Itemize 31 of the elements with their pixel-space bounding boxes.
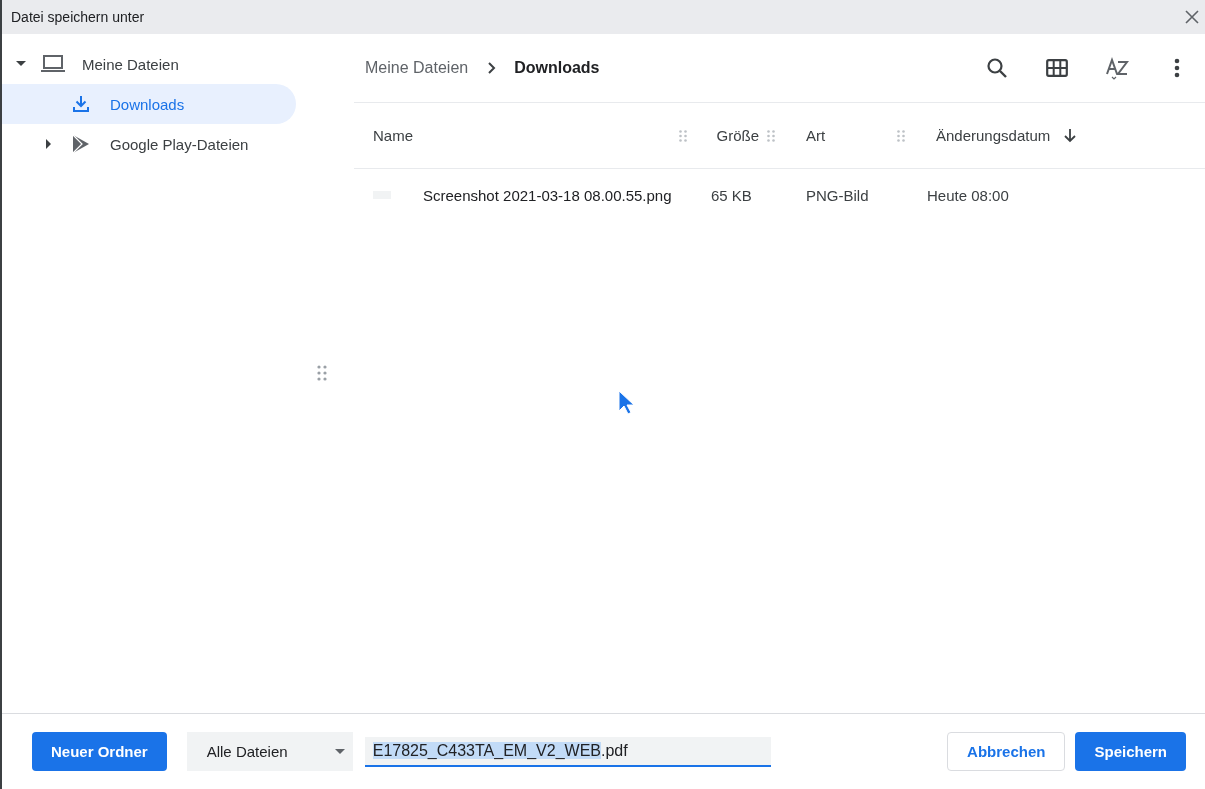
sidebar-item[interactable]: Downloads	[2, 84, 296, 124]
laptop-icon	[41, 55, 65, 73]
sort-down-arrow-icon[interactable]	[1064, 128, 1077, 143]
dropdown-arrow-icon[interactable]	[334, 749, 345, 754]
drag-handle-icon[interactable]	[316, 364, 328, 382]
sidebar-item[interactable]: Google Play-Dateien	[2, 124, 296, 164]
more-vert-icon[interactable]	[1174, 58, 1180, 78]
column-header[interactable]: Änderungsdatum	[936, 127, 1051, 144]
play-triangle-icon	[71, 134, 91, 154]
save-button[interactable]: Speichern	[1075, 732, 1186, 771]
file-size: 65 KB	[711, 186, 752, 204]
breadcrumb-item[interactable]: Downloads	[514, 59, 600, 77]
file-name[interactable]: Screenshot 2021-03-18 08.00.55.png	[423, 186, 672, 204]
modified-date: Heute 08:00	[927, 186, 1009, 204]
collapsed-arrow-icon[interactable]	[46, 139, 52, 149]
cancel-button[interactable]: Abbrechen	[947, 732, 1066, 771]
breadcrumb-item[interactable]: Meine Dateien	[365, 59, 469, 77]
sidebar-item[interactable]: Meine Dateien	[2, 44, 296, 84]
filename-field[interactable]: E17825_C433TA_EM_V2_WEB.pdf	[364, 736, 771, 767]
column-header[interactable]: Art	[806, 127, 826, 144]
column-header[interactable]: Name	[373, 127, 413, 144]
file-type: PNG-Bild	[806, 186, 869, 204]
new-folder-button[interactable]: Neuer Ordner	[32, 732, 167, 771]
grid-icon[interactable]	[1046, 59, 1068, 77]
file-type-dropdown[interactable]: Alle Dateien	[186, 732, 353, 771]
window-title: Datei speichern unter	[11, 9, 145, 25]
mouse-pointer-icon	[618, 390, 636, 416]
download-icon	[72, 95, 90, 113]
expand-arrow-icon[interactable]	[16, 61, 26, 67]
chevron-right-icon	[488, 62, 497, 74]
column-header[interactable]: Größe	[716, 127, 759, 144]
